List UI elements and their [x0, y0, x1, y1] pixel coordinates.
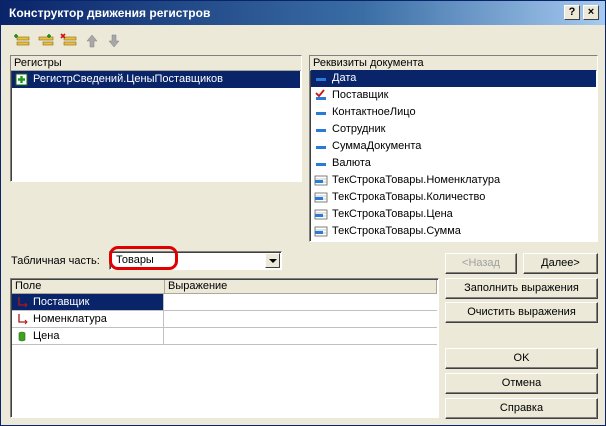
attribute-item[interactable]: ТекСтрокаТовары.Сумма — [311, 223, 596, 240]
table-row[interactable]: Номенклатура — [12, 311, 437, 328]
attribute-item[interactable]: ТекСтрокаТовары.Количество — [311, 189, 596, 206]
fill-expressions-button[interactable]: Заполнить выражения — [445, 278, 598, 299]
attribute-icon — [316, 129, 326, 132]
tabular-section-value: Товары — [116, 254, 154, 266]
next-button[interactable]: Далее> — [523, 253, 598, 274]
attribute-item[interactable]: СуммаДокумента — [311, 138, 596, 155]
attribute-item[interactable]: Валюта — [311, 155, 596, 172]
help-title-button[interactable]: ? — [564, 5, 580, 20]
delete-icon[interactable] — [60, 33, 78, 49]
table-row[interactable]: Поставщик — [12, 294, 437, 311]
move-down-icon[interactable] — [105, 33, 123, 49]
help-button[interactable]: Справка — [445, 398, 598, 419]
cancel-button[interactable]: Отмена — [445, 373, 598, 394]
attribute-item[interactable]: КонтактноеЛицо — [311, 104, 596, 121]
attribute-label: Сотрудник — [332, 123, 386, 135]
table-attribute-icon — [314, 209, 328, 220]
attribute-label: Поставщик — [332, 89, 389, 101]
register-item[interactable]: РегистрСведений.ЦеныПоставщиков — [12, 71, 300, 88]
attribute-icon — [316, 163, 326, 166]
attribute-icon — [316, 78, 326, 81]
attribute-checked-icon — [315, 89, 326, 100]
field-name: Цена — [33, 330, 60, 342]
register-item-label: РегистрСведений.ЦеныПоставщиков — [33, 73, 224, 85]
attribute-icon — [316, 112, 326, 115]
field-name: Номенклатура — [33, 313, 107, 325]
attribute-label: ТекСтрокаТовары.Номенклатура — [332, 174, 501, 186]
tabular-section-select[interactable]: Товары — [109, 251, 282, 270]
attribute-label: ТекСтрокаТовары.Сумма — [332, 225, 461, 237]
attributes-header: Реквизиты документа — [310, 56, 597, 71]
attribute-label: ТекСтрокаТовары.Количество — [332, 191, 486, 203]
checkbox-plus-icon[interactable] — [15, 73, 29, 86]
attribute-item[interactable]: Дата — [311, 70, 596, 87]
attribute-label: Дата — [332, 72, 357, 84]
window-title: Конструктор движения регистров — [9, 6, 211, 20]
attribute-label: Валюта — [332, 157, 371, 169]
close-title-button[interactable]: × — [583, 5, 599, 20]
registers-header: Регистры — [11, 56, 301, 71]
move-up-icon[interactable] — [83, 33, 101, 49]
field-name: Поставщик — [33, 296, 90, 308]
constructor-dialog: Конструктор движения регистров ? × Регис… — [0, 0, 606, 426]
dimension-icon — [18, 314, 28, 325]
resource-icon — [18, 331, 26, 342]
chevron-down-icon[interactable] — [265, 253, 280, 268]
add-icon[interactable] — [13, 33, 31, 49]
clear-expressions-button[interactable]: Очистить выражения — [445, 302, 598, 323]
ok-button[interactable]: OK — [445, 348, 598, 369]
attribute-label: ТекСтрокаТовары.Цена — [332, 208, 453, 220]
attribute-item[interactable]: Поставщик — [311, 87, 596, 104]
attribute-item[interactable]: ТекСтрокаТовары.Цена — [311, 206, 596, 223]
table-attribute-icon — [314, 175, 328, 186]
registers-list[interactable]: Регистры РегистрСведений.ЦеныПоставщиков — [10, 55, 302, 182]
dimension-icon — [18, 297, 28, 308]
add-child-icon[interactable] — [37, 33, 55, 49]
fields-grid[interactable]: Поле Выражение Поставщик Номенклатура Це… — [10, 278, 439, 418]
attribute-label: СуммаДокумента — [332, 140, 422, 152]
attribute-item[interactable]: ТекСтрокаТовары.Номенклатура — [311, 172, 596, 189]
table-attribute-icon — [314, 226, 328, 237]
table-row[interactable]: Цена — [12, 328, 437, 345]
attribute-item[interactable]: Сотрудник — [311, 121, 596, 138]
attributes-list[interactable]: Реквизиты документа Дата Поставщик Конта… — [309, 55, 598, 242]
back-button[interactable]: <Назад — [445, 253, 517, 274]
tabular-section-label: Табличная часть: — [11, 255, 100, 267]
attribute-label: КонтактноеЛицо — [332, 106, 416, 118]
grid-header-field[interactable]: Поле — [12, 280, 165, 294]
grid-header-expression[interactable]: Выражение — [165, 280, 437, 294]
title-bar[interactable]: Конструктор движения регистров ? × — [1, 1, 605, 25]
table-attribute-icon — [314, 192, 328, 203]
attribute-icon — [316, 146, 326, 149]
